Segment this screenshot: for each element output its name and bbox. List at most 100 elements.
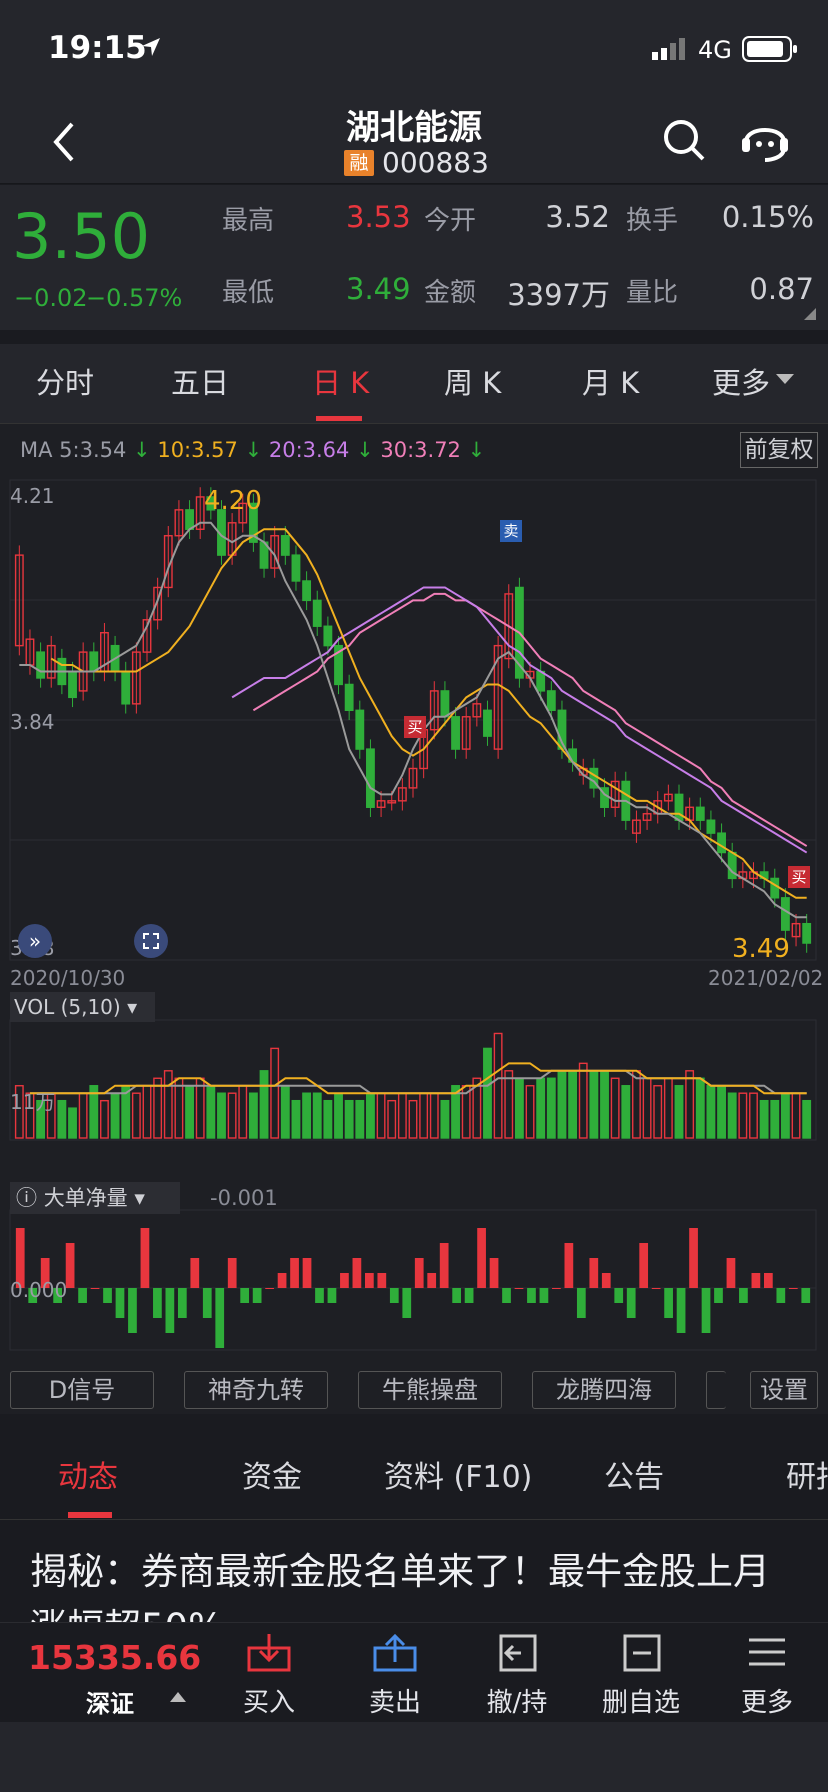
candle-body: [717, 832, 726, 854]
info-icon[interactable]: ⓘ: [16, 1186, 37, 1210]
signal-bull-bear-button[interactable]: 牛熊操盘: [358, 1371, 502, 1409]
tab-daily-k[interactable]: 日 K: [312, 360, 369, 402]
tab-monthly-k[interactable]: 月 K: [582, 360, 639, 402]
bignet-bar: [714, 1288, 723, 1303]
bignet-bar: [140, 1228, 150, 1288]
sell-button[interactable]: 卖出: [340, 1632, 450, 1719]
cancel-hold-label: 撤/持: [486, 1688, 548, 1718]
bignet-bar: [576, 1288, 586, 1318]
battery-icon: [742, 36, 797, 62]
volume-ma5-line: [29, 1062, 807, 1095]
bignet-bar: [751, 1273, 761, 1288]
bignet-bar: [801, 1288, 811, 1303]
volume-bar: [429, 1092, 439, 1139]
volume-bar: [738, 1092, 748, 1139]
signal-more-partial[interactable]: [706, 1371, 726, 1409]
tab-weekly-k[interactable]: 周 K: [444, 360, 501, 402]
volume-indicator-selector[interactable]: VOL (5,10) ▾: [10, 992, 155, 1022]
volume-bar: [504, 1070, 514, 1139]
expand-corner-icon[interactable]: [804, 308, 816, 320]
volume-bar: [621, 1085, 631, 1139]
menu-icon: [749, 1638, 785, 1666]
buy-icon: [247, 1634, 291, 1672]
signal-settings-button[interactable]: 设置: [750, 1371, 818, 1409]
signal-d-button[interactable]: D信号: [10, 1371, 154, 1409]
volume-bar: [259, 1070, 269, 1139]
fast-forward-icon[interactable]: »: [18, 924, 52, 958]
signal-nine-turn-button[interactable]: 神奇九转: [184, 1371, 328, 1409]
volume-bar: [355, 1099, 365, 1139]
volume-bar: [717, 1085, 726, 1139]
volume-bar: [302, 1092, 312, 1139]
volume-bar: [770, 1099, 780, 1139]
volume-bar: [695, 1077, 705, 1139]
remove-watchlist-label: 删自选: [601, 1688, 680, 1718]
tab-news[interactable]: 动态: [58, 1452, 118, 1496]
remove-watchlist-button[interactable]: 删自选: [586, 1632, 696, 1719]
volume-bar: [578, 1062, 588, 1139]
volume-bar: [706, 1085, 716, 1139]
bignet-bar: [739, 1288, 748, 1303]
sell-signal-marker[interactable]: 卖: [500, 520, 522, 542]
bignet-bar: [202, 1288, 212, 1318]
volume-bar: [791, 1092, 801, 1139]
tab-funds[interactable]: 资金: [242, 1452, 302, 1496]
candle-body: [302, 580, 312, 602]
news-headline[interactable]: 揭秘：券商最新金股名单来了！最牛金股上月涨幅超50%: [30, 1544, 800, 1622]
volratio-label: 量比: [626, 278, 679, 308]
index-name[interactable]: 深证: [86, 1684, 134, 1719]
volume-bar: [100, 1099, 109, 1139]
volume-bar: [142, 1085, 152, 1139]
signal-dragon-button[interactable]: 龙腾四海: [532, 1371, 676, 1409]
tab-more[interactable]: 更多: [712, 360, 770, 402]
volume-bar: [546, 1077, 556, 1139]
remove-watchlist-icon: [623, 1634, 661, 1672]
volume-bar: [780, 1092, 790, 1139]
volume-bar: [610, 1077, 620, 1139]
bignet-bar: [664, 1288, 673, 1318]
buy-signal-marker-2[interactable]: 买: [788, 866, 810, 888]
volume-bar: [408, 1099, 418, 1139]
fullscreen-icon[interactable]: [134, 924, 168, 958]
buy-signal-marker[interactable]: 买: [404, 716, 426, 738]
bignet-bar: [78, 1288, 87, 1303]
volume-bar: [334, 1092, 343, 1139]
adjust-price-button[interactable]: 前复权: [740, 432, 818, 468]
bignet-bar: [788, 1288, 798, 1289]
tab-timeshare[interactable]: 分时: [36, 360, 94, 402]
bignet-indicator-selector[interactable]: ⓘ 大单净量 ▾: [10, 1182, 180, 1214]
tab-five-day[interactable]: 五日: [171, 360, 229, 402]
more-label: 更多: [740, 1688, 793, 1718]
tab-announcements[interactable]: 公告: [604, 1452, 664, 1496]
dropdown-arrow-icon[interactable]: [776, 374, 794, 386]
bignet-bar: [153, 1288, 162, 1318]
buy-button[interactable]: 买入: [214, 1632, 324, 1719]
tab-research[interactable]: 研报: [786, 1452, 828, 1496]
bignet-bar: [115, 1288, 125, 1318]
volume-bar: [663, 1077, 673, 1139]
cancel-hold-button[interactable]: 撤/持: [462, 1632, 572, 1719]
volume-bar: [185, 1085, 194, 1139]
bignet-bar: [639, 1243, 649, 1288]
bignet-bar: [601, 1273, 611, 1288]
bignet-bar: [377, 1273, 387, 1288]
bignet-label: 大单净量: [43, 1186, 128, 1210]
volume-bar: [163, 1070, 173, 1139]
candle-body: [536, 670, 546, 692]
bignet-bar: [502, 1288, 511, 1303]
more-button[interactable]: 更多: [712, 1632, 822, 1719]
low-marker-label: 3.49: [732, 934, 790, 964]
customer-service-icon[interactable]: [740, 116, 790, 164]
search-icon[interactable]: [662, 118, 706, 162]
current-price: 3.50: [12, 200, 151, 273]
bignet-bar: [265, 1288, 274, 1289]
volume-bar: [366, 1092, 375, 1139]
low-label: 最低: [222, 278, 275, 308]
index-value[interactable]: 15335.66: [28, 1638, 201, 1677]
volume-bar: [674, 1085, 684, 1139]
volume-bar: [227, 1092, 237, 1139]
tab-profile[interactable]: 资料 (F10): [384, 1452, 532, 1496]
bignet-bar: [651, 1288, 661, 1289]
volume-bar: [280, 1085, 290, 1139]
bignet-bar: [340, 1273, 349, 1288]
